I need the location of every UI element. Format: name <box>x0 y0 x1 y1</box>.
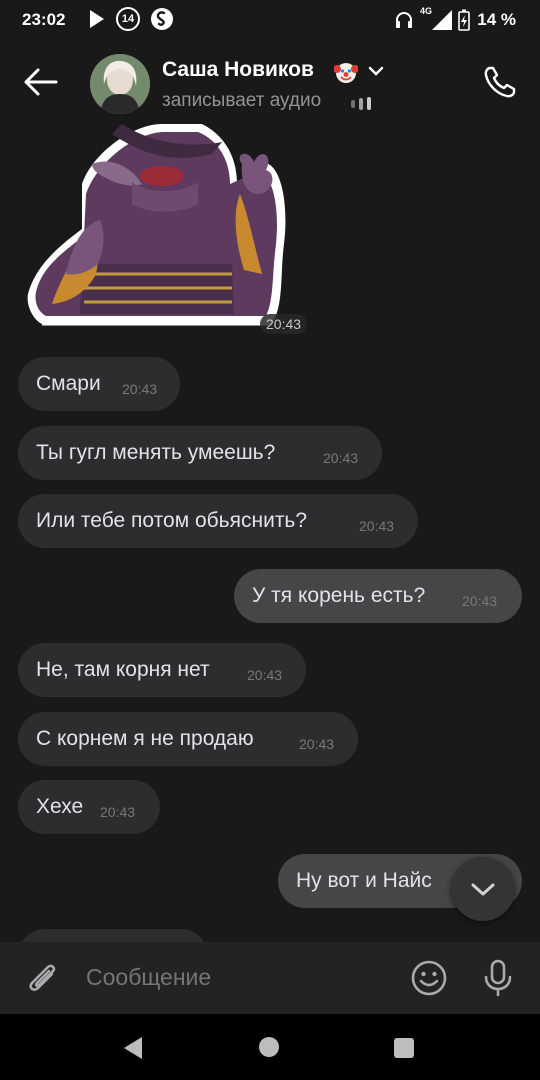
system-nav-bar <box>0 1014 540 1080</box>
sticker-message[interactable]: 20:43 <box>22 124 308 334</box>
nav-back-icon[interactable] <box>122 1036 144 1060</box>
message-text: С корнем я не продаю <box>36 727 254 750</box>
phone-icon[interactable] <box>482 64 518 100</box>
contact-status: записывает аудио <box>162 90 322 111</box>
message-time: 20:43 <box>122 381 158 397</box>
paperclip-icon[interactable] <box>24 958 62 998</box>
battery-icon <box>458 9 470 31</box>
message-text: Хехе <box>36 795 84 818</box>
message-input[interactable] <box>86 964 386 991</box>
nav-home-icon[interactable] <box>259 1037 279 1057</box>
message-text: Или тебе потом обьяснить? <box>36 509 308 532</box>
chevron-down-icon[interactable] <box>368 66 384 76</box>
signal-icon <box>432 10 452 30</box>
message-bubble-incoming[interactable]: Ты гугл менять умеешь? 20:43 <box>18 426 382 480</box>
avatar[interactable] <box>90 54 150 114</box>
message-time: 20:43 <box>260 314 308 334</box>
message-text: Смари <box>36 372 101 395</box>
status-time: 23:02 <box>22 10 66 29</box>
message-bubble-incoming[interactable]: Смари 20:43 <box>18 357 180 411</box>
message-bubble-incoming[interactable]: Или тебе потом обьяснить? 20:43 <box>18 494 418 548</box>
message-text: У тя корень есть? <box>252 584 426 607</box>
message-bubble-incoming[interactable]: Хехе 20:43 <box>18 780 160 834</box>
clown-emoji-icon <box>334 63 358 83</box>
contact-name[interactable]: Саша Новиков <box>162 58 314 82</box>
message-time: 20:43 <box>359 518 395 534</box>
microphone-icon[interactable] <box>480 958 516 998</box>
message-text: Не, там корня нет <box>36 658 210 681</box>
scroll-down-button[interactable] <box>451 857 515 921</box>
smile-icon[interactable] <box>410 959 448 997</box>
message-time: 20:43 <box>247 667 283 683</box>
arrow-left-icon[interactable] <box>22 64 62 100</box>
chat-header: Саша Новиков записывает аудио <box>0 40 540 124</box>
message-bubble-incoming[interactable]: Не, там корня нет 20:43 <box>18 643 306 697</box>
message-text: Ты гугл менять умеешь? <box>36 441 276 464</box>
message-time: 20:43 <box>299 736 335 752</box>
message-bubble-incoming[interactable] <box>18 929 208 942</box>
message-time: 20:43 <box>462 593 498 609</box>
battery-percentage: 14 % <box>477 10 516 29</box>
message-list[interactable]: 20:43 Смари 20:43 Ты гугл менять умеешь?… <box>0 124 540 942</box>
message-composer <box>0 942 540 1014</box>
notification-count-badge: 14 <box>116 7 140 31</box>
shazam-icon <box>151 8 173 30</box>
headphones-icon <box>396 12 412 28</box>
play-icon <box>90 10 104 28</box>
message-time: 20:43 <box>100 804 136 820</box>
message-bubble-outgoing[interactable]: У тя корень есть? 20:43 <box>234 569 522 623</box>
recording-indicator-icon <box>351 97 371 110</box>
nav-recents-icon[interactable] <box>394 1038 414 1058</box>
network-type: 4G <box>420 6 433 16</box>
status-bar: 23:02 14 4G 14 % <box>0 0 540 40</box>
chevron-down-icon <box>471 883 495 896</box>
message-time: 20:43 <box>323 450 359 466</box>
plague-doctor-sticker <box>27 124 286 326</box>
message-text: Ну вот и Найс <box>296 869 432 892</box>
message-bubble-incoming[interactable]: С корнем я не продаю 20:43 <box>18 712 358 766</box>
